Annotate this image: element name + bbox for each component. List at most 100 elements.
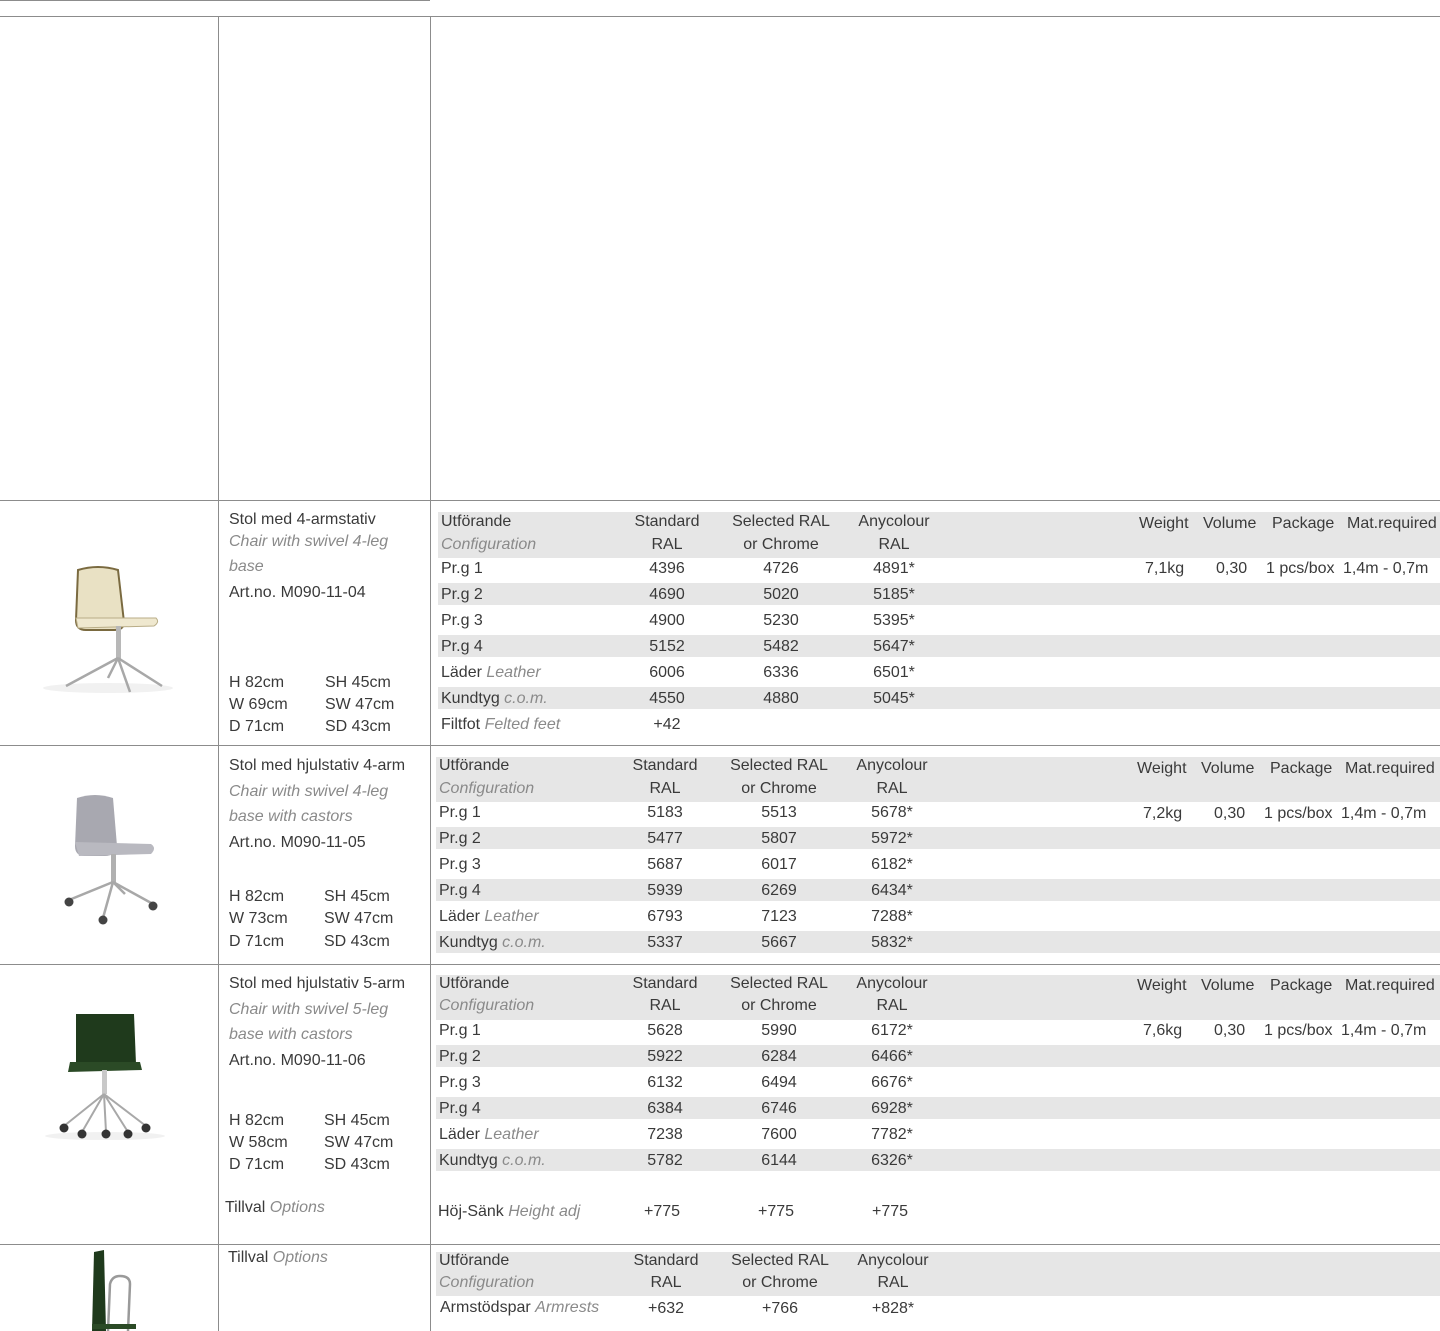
product-title-en-2: base with castors [229, 808, 353, 825]
weight-value: 7,2kg [1143, 805, 1183, 822]
selected-value: 6336 [763, 664, 799, 681]
row-label: Kundtyg c.o.m. [439, 932, 546, 954]
row-label-en: c.o.m. [502, 1152, 546, 1169]
selected-value: 6017 [761, 856, 797, 873]
dim-sw: SW 47cm [324, 910, 394, 927]
col-header-selected-chrome: or Chrome [741, 780, 817, 797]
col-header-standard-ral: RAL [649, 997, 681, 1014]
row-label-sv: Kundtyg [439, 934, 503, 951]
standard-value: 4550 [649, 690, 685, 707]
col-header-anycolour: Anycolour [857, 1252, 929, 1269]
col-header-standard: Standard [633, 1252, 699, 1269]
row-label-en: Felted feet [484, 716, 561, 733]
dim-w: W 73cm [229, 910, 288, 927]
row-label: Pr.g 4 [439, 1100, 481, 1117]
col-header-weight: Weight [1139, 515, 1189, 532]
col-header-selected-chrome: or Chrome [741, 997, 817, 1014]
col-header-config: Utförande [439, 1252, 510, 1269]
col-header-mat: Mat.required [1345, 760, 1435, 777]
row-label: Pr.g 2 [441, 586, 483, 603]
product-title: Stol med hjulstativ 4-arm [229, 757, 406, 774]
option-row-label: Höj-Sänk Height adj [438, 1201, 580, 1223]
col-header-anycolour: Anycolour [858, 513, 930, 530]
col-divider-2 [430, 16, 431, 1331]
standard-value: 7238 [647, 1126, 683, 1143]
row-label: Pr.g 2 [439, 830, 481, 847]
anycolour-value: 6676* [871, 1074, 913, 1091]
col-header-package: Package [1270, 760, 1333, 777]
standard-value: 5939 [647, 882, 683, 899]
row-rule-4 [0, 1244, 1440, 1245]
row-label: Pr.g 1 [439, 804, 481, 821]
top-rule [0, 0, 430, 1]
standard-value: +42 [653, 716, 681, 733]
selected-value: 7123 [761, 908, 797, 925]
option-row-label: Armstödspar Armrests [440, 1297, 599, 1319]
col-header-selected: Selected RAL [731, 1252, 829, 1269]
anycolour-value: 5678* [871, 804, 913, 821]
selected-value: 6269 [761, 882, 797, 899]
dim-sd: SD 43cm [324, 933, 390, 950]
anycolour-value: 7288* [871, 908, 913, 925]
anycolour-value: 6466* [871, 1048, 913, 1065]
product-title-en-2: base with castors [229, 1026, 353, 1043]
row-label: Filtfot Felted feet [441, 714, 560, 736]
selected-value: 7600 [761, 1126, 797, 1143]
row-label-sv: Kundtyg [439, 1152, 503, 1169]
col-header-package: Package [1272, 515, 1335, 532]
row-rule-1 [0, 500, 1440, 501]
col-header-standard: Standard [632, 975, 698, 992]
row-label: Kundtyg c.o.m. [439, 1150, 546, 1172]
anycolour-value: +828* [871, 1300, 915, 1317]
dim-h: H 82cm [229, 674, 285, 691]
chair-4-leg-image [43, 566, 173, 693]
mat-value: 1,4m - 0,7m [1341, 805, 1427, 822]
row-label: Kundtyg c.o.m. [441, 688, 548, 710]
option-label-en: Height adj [508, 1203, 581, 1220]
selected-value: 5482 [763, 638, 799, 655]
standard-value: 5337 [647, 934, 683, 951]
dim-sd: SD 43cm [324, 1156, 390, 1173]
col-header-selected-chrome: or Chrome [742, 1274, 818, 1291]
row-label-sv: Läder [439, 1126, 485, 1143]
anycolour-value: 6434* [871, 882, 913, 899]
row-label-sv: Läder [439, 908, 485, 925]
dim-sw: SW 47cm [324, 1134, 394, 1151]
standard-value: +775 [643, 1203, 681, 1220]
anycolour-value: 6928* [871, 1100, 913, 1117]
col-header-anycolour-ral: RAL [876, 997, 908, 1014]
row-label: Pr.g 2 [439, 1048, 481, 1065]
col-header-anycolour-ral: RAL [876, 780, 908, 797]
col-header-selected: Selected RAL [732, 513, 830, 530]
options-label-sv: Tillval [225, 1199, 270, 1216]
product-title-en-2: base [229, 558, 264, 575]
weight-value: 7,6kg [1143, 1022, 1183, 1039]
standard-value: 4900 [649, 612, 685, 629]
row-label-en: Leather [486, 664, 541, 681]
selected-value: 5807 [761, 830, 797, 847]
anycolour-value: 5185* [873, 586, 915, 603]
anycolour-value: 6182* [871, 856, 913, 873]
anycolour-value: 4891* [873, 560, 915, 577]
row-label-en: c.o.m. [502, 934, 546, 951]
row-rule-2 [0, 745, 1440, 746]
row-label: Pr.g 1 [439, 1022, 481, 1039]
standard-value: 6132 [647, 1074, 683, 1091]
selected-value: 6494 [761, 1074, 797, 1091]
standard-value: 5782 [647, 1152, 683, 1169]
col-header-weight: Weight [1137, 760, 1187, 777]
package-value: 1 pcs/box [1264, 805, 1333, 822]
col-header-selected: Selected RAL [730, 757, 828, 774]
col-header-anycolour: Anycolour [856, 975, 928, 992]
volume-value: 0,30 [1214, 805, 1246, 822]
anycolour-value: 5972* [871, 830, 913, 847]
dim-d: D 71cm [229, 1156, 285, 1173]
row-label-sv: Kundtyg [441, 690, 505, 707]
product-title-en-1: Chair with swivel 4-leg [229, 783, 389, 800]
row-rule-3 [0, 964, 1440, 965]
selected-value: 5667 [761, 934, 797, 951]
selected-value: 4880 [763, 690, 799, 707]
col-header-standard-ral: RAL [649, 780, 681, 797]
selected-value: 6746 [761, 1100, 797, 1117]
dim-h: H 82cm [229, 888, 285, 905]
